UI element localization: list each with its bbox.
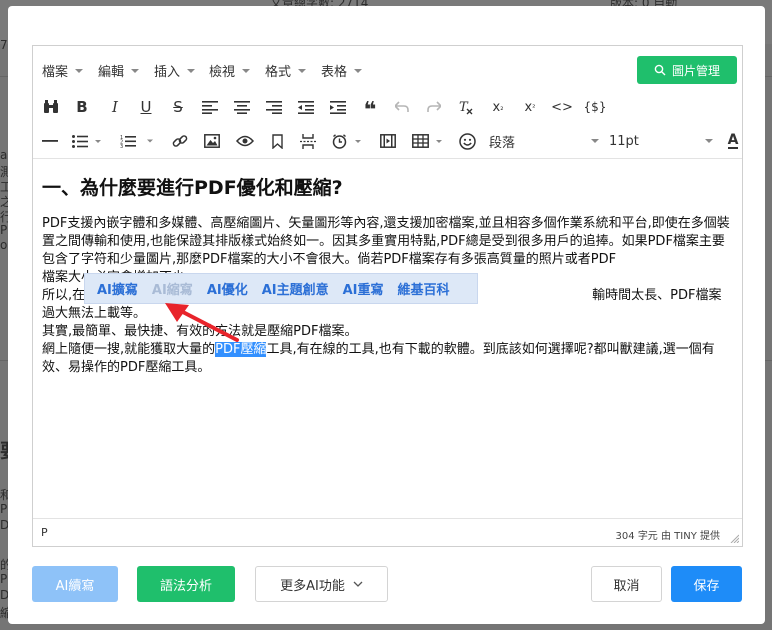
image-manager-button[interactable]: 圖片管理 (637, 56, 737, 84)
align-left-icon[interactable] (201, 94, 219, 120)
chevron-down-icon (187, 68, 196, 73)
template-variable-icon[interactable]: {$} (583, 94, 607, 120)
ai-expand-option[interactable]: AI擴寫 (97, 279, 138, 298)
font-color-icon[interactable]: A (723, 128, 743, 154)
editor-statusbar: P 304 字元 由 TINY 提供 (33, 518, 742, 546)
undo-icon[interactable] (393, 94, 411, 120)
bold-icon[interactable]: B (73, 94, 91, 120)
subscript-icon[interactable]: x₂ (489, 94, 507, 120)
menu-format[interactable]: 格式 (265, 61, 307, 80)
emoji-icon[interactable] (457, 128, 477, 154)
menu-edit[interactable]: 編輯 (98, 61, 140, 80)
strikethrough-icon[interactable]: S (169, 94, 187, 120)
blockquote-icon[interactable]: ❝ (360, 94, 380, 123)
element-path[interactable]: P (41, 526, 48, 539)
red-arrow-icon (165, 303, 239, 342)
align-center-icon[interactable] (233, 94, 251, 120)
ai-rewrite-option[interactable]: AI重寫 (343, 279, 384, 298)
ai-shorten-option[interactable]: AI縮寫 (152, 279, 193, 298)
rich-text-editor: 檔案 編輯 插入 檢視 格式 表格 圖片管理 B I U S ❝ T x ₂ x… (32, 45, 743, 547)
redo-icon[interactable] (425, 94, 443, 120)
media-embed-icon[interactable] (379, 128, 397, 154)
grammar-analysis-button[interactable]: 語法分析 (137, 566, 235, 602)
save-button[interactable]: 保存 (671, 566, 742, 602)
page-break-icon[interactable] (299, 128, 317, 154)
block-format-select[interactable]: 段落 (489, 128, 599, 154)
resize-handle-icon[interactable] (729, 533, 739, 543)
content-paragraph-3: 其實,最簡單、最快捷、有效的方法就是壓縮PDF檔案。 (42, 324, 358, 339)
insert-datetime-icon[interactable] (331, 128, 363, 154)
find-replace-icon[interactable] (41, 94, 61, 120)
image-icon[interactable] (203, 128, 221, 154)
chevron-down-icon (353, 581, 363, 587)
ai-context-menu: AI擴寫 AI縮寫 AI優化 AI主題創意 AI重寫 維基百科 (84, 273, 478, 304)
preview-eye-icon[interactable] (235, 128, 255, 154)
menu-table[interactable]: 表格 (321, 61, 363, 80)
content-heading: 一、為什麼要進行PDF優化和壓縮? (42, 177, 343, 199)
indent-icon[interactable] (329, 94, 347, 120)
numbered-list-icon[interactable]: 123 (119, 128, 155, 154)
bookmark-icon[interactable] (269, 128, 285, 154)
chevron-down-icon (705, 139, 713, 143)
menu-insert[interactable]: 插入 (154, 61, 196, 80)
italic-icon[interactable]: I (106, 94, 124, 120)
more-ai-features-button[interactable]: 更多AI功能 (255, 566, 388, 602)
content-paragraph-4: 網上隨便一搜,就能獲取大量的PDF壓縮工具,有在線的工具,也有下載的軟體。到底該… (42, 342, 715, 375)
menu-view[interactable]: 檢視 (209, 61, 251, 80)
toolbar-row-2: 123 段落 11pt A (33, 124, 742, 158)
outdent-icon[interactable] (297, 94, 315, 120)
chevron-down-icon (354, 68, 363, 73)
clear-format-icon[interactable]: T (457, 94, 475, 120)
chevron-down-icon (75, 68, 84, 73)
editor-modal: 檔案 編輯 插入 檢視 格式 表格 圖片管理 B I U S ❝ T x ₂ x… (8, 6, 765, 624)
bullet-list-icon[interactable] (71, 128, 103, 154)
superscript-icon[interactable]: x² (521, 94, 539, 120)
underline-icon[interactable]: U (137, 94, 155, 120)
table-icon[interactable] (411, 128, 445, 154)
menu-file[interactable]: 檔案 (42, 61, 84, 80)
search-icon (654, 64, 666, 76)
chevron-down-icon (131, 68, 140, 73)
cancel-button[interactable]: 取消 (591, 566, 662, 602)
link-icon[interactable] (171, 128, 189, 154)
ai-optimize-option[interactable]: AI優化 (207, 279, 248, 298)
ai-continue-button[interactable]: AI續寫 (32, 566, 118, 602)
svg-text:3: 3 (120, 144, 123, 148)
code-icon[interactable]: <> (551, 94, 573, 120)
chevron-down-icon (298, 68, 307, 73)
character-count: 304 字元 由 TINY 提供 (615, 531, 720, 542)
align-right-icon[interactable] (265, 94, 283, 120)
chevron-down-icon (242, 68, 251, 73)
ai-topic-idea-option[interactable]: AI主題創意 (262, 279, 329, 298)
editor-menubar: 檔案 編輯 插入 檢視 格式 表格 圖片管理 (33, 46, 742, 90)
horizontal-rule-icon[interactable] (41, 128, 59, 154)
font-size-select[interactable]: 11pt (609, 128, 713, 154)
toolbar-row-1: B I U S ❝ T x₂ x² <> {$} (33, 90, 742, 124)
wikipedia-option[interactable]: 維基百科 (398, 279, 450, 298)
chevron-down-icon (591, 139, 599, 143)
